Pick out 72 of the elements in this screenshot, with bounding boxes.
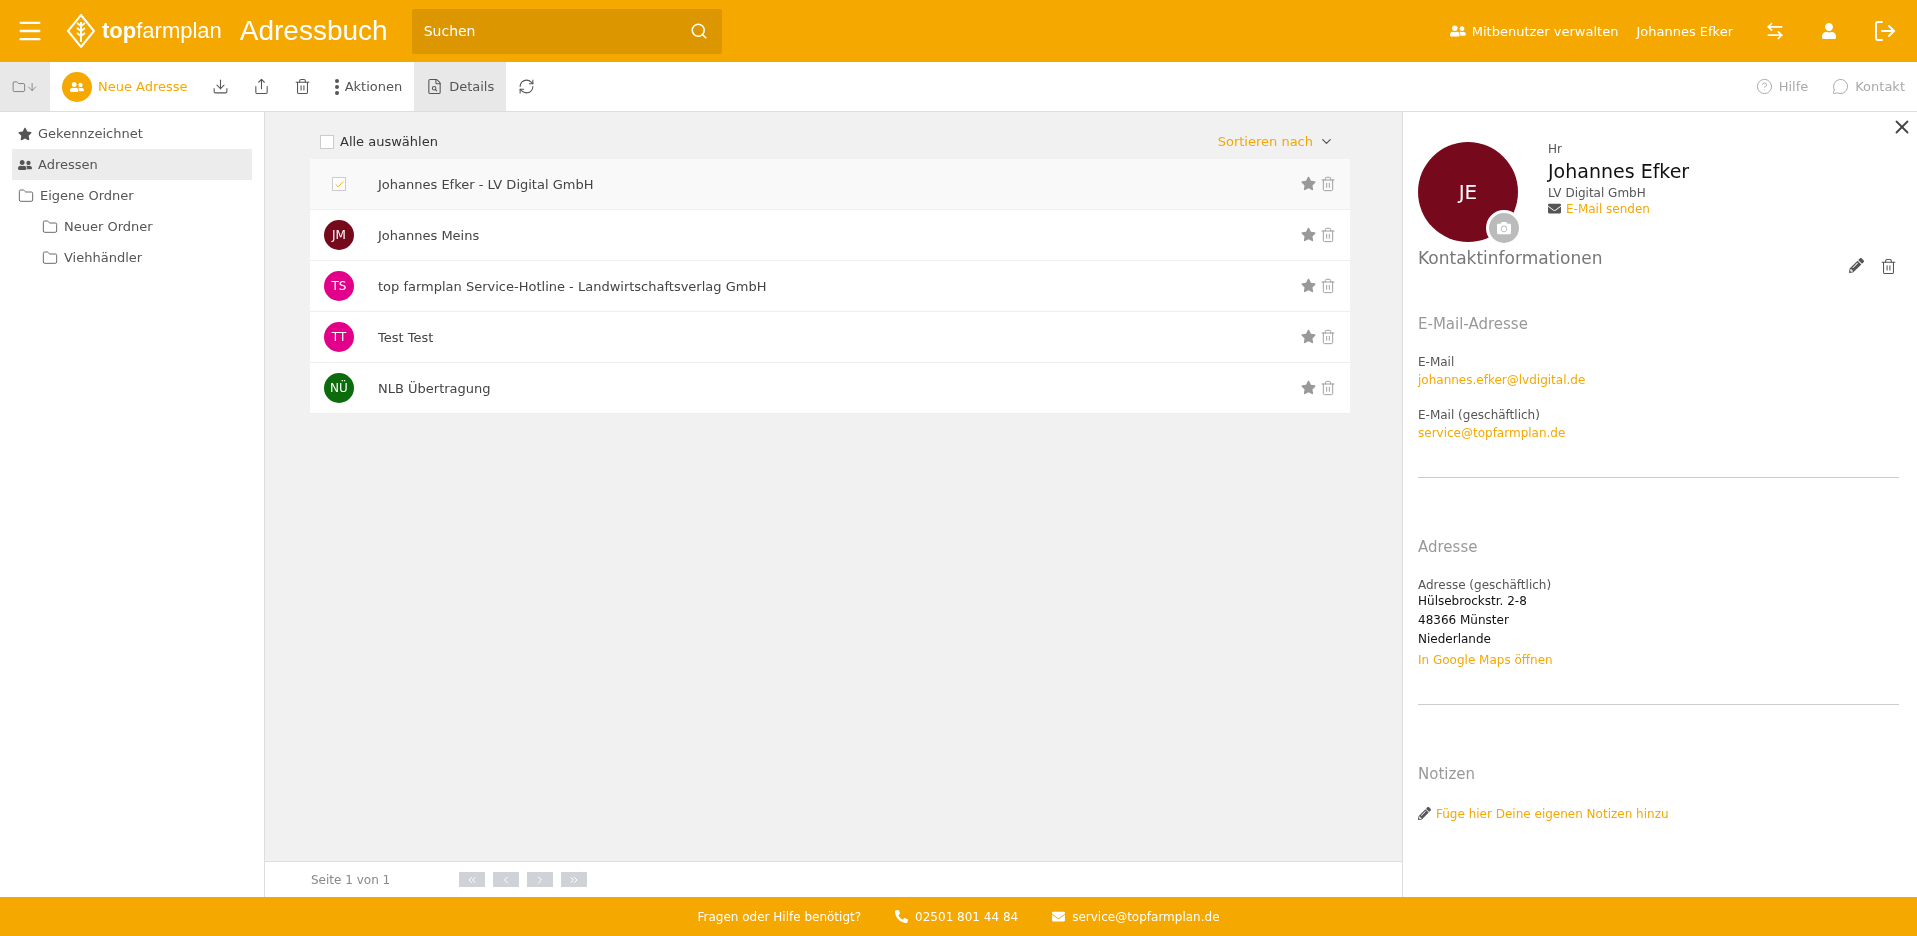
previous-page-button[interactable] (493, 872, 519, 887)
address-row[interactable]: NÜ NLB Übertragung (310, 363, 1350, 414)
search-field[interactable]: Suchen (411, 8, 722, 54)
wheat-logo-icon (66, 14, 96, 48)
contact-name: Johannes Meins (378, 227, 480, 243)
star-icon[interactable] (1301, 227, 1316, 242)
address-row[interactable]: TS top farmplan Service-Hotline - Landwirtschaftsverlag GmbH (310, 261, 1350, 312)
star-icon[interactable] (1301, 278, 1316, 293)
address-row[interactable]: JM Johannes Meins (310, 210, 1350, 261)
sidebar-item[interactable]: Viehhändler (36, 242, 252, 273)
speech-bubble-icon (1832, 78, 1850, 95)
address-line: 48366 Münster (1418, 612, 1510, 629)
star-icon[interactable] (1301, 329, 1316, 344)
star-icon[interactable] (1301, 176, 1316, 191)
address-row[interactable]: Johannes Efker - LV Digital GmbH (310, 159, 1350, 210)
address-line: Niederlande (1418, 631, 1492, 648)
contact-name: Test Test (378, 329, 434, 345)
section-title: Kontaktinformationen (1418, 248, 1603, 268)
first-page-button[interactable] (459, 872, 485, 887)
sidebar-item[interactable]: Adressen (12, 149, 252, 180)
sidebar-item[interactable]: Gekennzeichnet (12, 118, 252, 149)
folder-icon (42, 249, 58, 266)
initials-avatar: NÜ (324, 373, 354, 403)
contact-name: Johannes Efker - LV Digital GmbH (378, 176, 594, 192)
section-heading: Adresse (1418, 538, 1479, 556)
address-row[interactable]: TT Test Test (310, 312, 1350, 363)
help-question: Fragen oder Hilfe benötigt? (697, 909, 862, 924)
delete-icon[interactable] (1880, 258, 1897, 275)
initials-avatar: JM (324, 220, 354, 250)
row-checkbox[interactable] (332, 177, 346, 191)
address-line: Hülsebrockstr. 2-8 (1418, 593, 1528, 610)
company-name: LV Digital GmbH (1548, 186, 1647, 200)
field-label: Adresse (geschäftlich) (1418, 578, 1553, 592)
contact-name: NLB Übertragung (378, 380, 491, 396)
envelope-icon (1548, 202, 1561, 215)
user-name: Johannes Efker (1636, 23, 1733, 39)
initials-avatar: TT (324, 322, 354, 352)
more-icon (334, 78, 339, 95)
last-page-button[interactable] (561, 872, 587, 887)
select-all-checkbox[interactable]: Alle auswählen (320, 134, 438, 149)
document-search-icon (426, 78, 444, 95)
help-icon (1755, 78, 1773, 95)
pencil-icon (1418, 807, 1431, 820)
field-label: E-Mail (1418, 355, 1456, 369)
page-info: Seite 1 von 1 (311, 872, 392, 887)
contact-name: top farmplan Service-Hotline - Landwirtschaftsverlag GmbH (378, 278, 767, 294)
folder-icon (42, 218, 58, 235)
contact-name: Johannes Efker (1548, 160, 1690, 182)
brand-logo: topfarmplan (102, 18, 222, 44)
people-icon (62, 71, 92, 102)
page-title: Adressbuch (239, 15, 388, 47)
field-label: E-Mail (geschäftlich) (1418, 408, 1541, 422)
people-icon (1449, 23, 1466, 39)
star-icon (18, 126, 32, 141)
edit-icon[interactable] (1849, 258, 1864, 273)
initials-avatar: TS (324, 271, 354, 301)
envelope-icon (1052, 910, 1066, 923)
sidebar-item[interactable]: Neuer Ordner (36, 211, 252, 242)
next-page-button[interactable] (527, 872, 553, 887)
details-button[interactable]: Details (414, 62, 507, 111)
people-icon (18, 157, 32, 172)
actions-button[interactable]: Aktionen (322, 62, 415, 111)
phone-icon (895, 910, 909, 923)
search-icon[interactable] (689, 21, 708, 40)
folder-icon (18, 187, 34, 204)
section-heading: E-Mail-Adresse (1418, 315, 1529, 333)
folder-sort-button[interactable] (0, 62, 50, 111)
sidebar-item[interactable]: Eigene Ordner (12, 180, 252, 211)
phone-number: 02501 801 44 84 (895, 909, 1019, 924)
salutation: Hr (1548, 142, 1563, 156)
star-icon[interactable] (1301, 380, 1316, 395)
section-heading: Notizen (1418, 765, 1477, 783)
